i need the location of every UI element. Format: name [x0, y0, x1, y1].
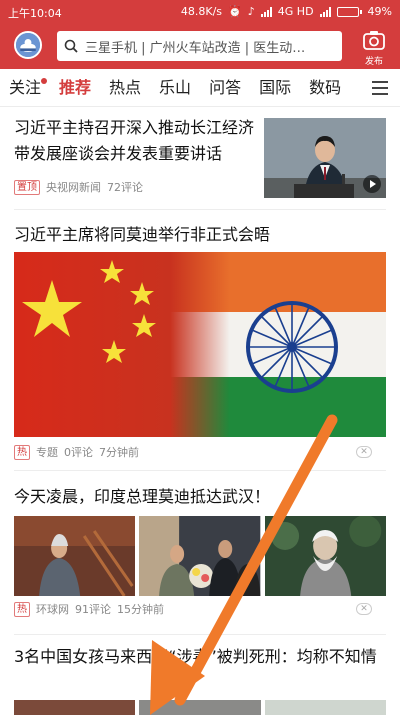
article-title: 习近平主持召开深入推动长江经济带发展座谈会并发表重要讲话	[14, 118, 255, 163]
article-thumbnail	[264, 118, 386, 198]
dismiss-icon[interactable]: ✕	[356, 603, 372, 615]
tab-leshan[interactable]: 乐山	[150, 69, 200, 107]
article-time: 15分钟前	[117, 603, 164, 616]
status-icons: 48.8K/s ⏰ ♪ 4G HD 49%	[181, 5, 392, 18]
status-bar: 上午10:04 48.8K/s ⏰ ♪ 4G HD 49%	[0, 0, 400, 24]
tab-hot[interactable]: 热点	[100, 69, 150, 107]
alarm-icon: ⏰	[228, 5, 242, 18]
article-comments: 0评论	[64, 446, 93, 459]
search-box[interactable]: 三星手机 | 广州火车站改造 | 医生动…	[57, 31, 342, 61]
tab-qa[interactable]: 问答	[200, 69, 250, 107]
battery-percent: 49%	[367, 5, 392, 18]
tab-recommend[interactable]: 推荐	[50, 69, 100, 107]
tab-label: 关注	[9, 77, 42, 97]
network-type: 4G HD	[277, 5, 314, 18]
article-card[interactable]: 习近平主席将同莫迪举行非正式会晤 热 专题 0评论 7分钟前 ✕	[14, 214, 386, 466]
tab-digital[interactable]: 数码	[300, 69, 350, 107]
search-icon	[57, 31, 85, 61]
article-meta: 热 专题 0评论 7分钟前	[14, 444, 139, 460]
user-avatar[interactable]	[14, 31, 42, 59]
article-card[interactable]: 习近平主持召开深入推动长江经济带发展座谈会并发表重要讲话 置顶 央视网新闻 72…	[14, 107, 386, 207]
hot-badge: 热	[14, 601, 30, 617]
article-card[interactable]: 今天凌晨，印度总理莫迪抵达武汉！ 热 环球网 91评论 15分钟前 ✕	[14, 476, 386, 626]
notification-dot	[41, 77, 48, 84]
publish-button[interactable]: 发布	[356, 30, 392, 67]
vibrate-icon: ♪	[247, 5, 255, 18]
news-feed-screen: 上午10:04 48.8K/s ⏰ ♪ 4G HD 49% 三星手机 | 广州火…	[0, 0, 400, 715]
image-row	[14, 516, 386, 596]
article-image	[139, 516, 261, 596]
tab-international[interactable]: 国际	[250, 69, 300, 107]
play-icon[interactable]	[362, 174, 382, 194]
status-time: 上午10:04	[8, 7, 62, 20]
signal-icon-2	[319, 6, 331, 17]
article-image	[14, 252, 386, 437]
divider	[14, 634, 386, 635]
divider	[14, 470, 386, 471]
tab-follow[interactable]: 关注	[0, 69, 50, 107]
article-meta: 置顶 央视网新闻 72评论	[14, 179, 143, 195]
hot-badge: 热	[14, 444, 30, 460]
article-title: 习近平主席将同莫迪举行非正式会晤	[14, 225, 271, 244]
dismiss-icon[interactable]: ✕	[356, 446, 372, 458]
article-meta: 热 环球网 91评论 15分钟前	[14, 601, 164, 617]
article-image	[14, 516, 136, 596]
avatar-icon	[16, 33, 40, 57]
article-card[interactable]: 3名中国女孩马来西亚“涉毒”被判死刑：均称不知情	[14, 640, 386, 715]
article-image	[264, 700, 386, 715]
menu-icon[interactable]	[372, 81, 388, 95]
article-source: 环球网	[36, 603, 69, 616]
divider	[14, 209, 386, 210]
article-image	[14, 700, 136, 715]
image-row	[14, 700, 386, 715]
camera-icon	[363, 31, 385, 50]
article-source: 专题	[36, 446, 58, 459]
network-speed: 48.8K/s	[180, 5, 223, 18]
battery-icon	[336, 6, 362, 17]
pinned-badge: 置顶	[14, 179, 40, 195]
article-comments: 91评论	[75, 603, 111, 616]
article-comments: 72评论	[107, 181, 143, 194]
article-title: 3名中国女孩马来西亚“涉毒”被判死刑：均称不知情	[14, 647, 377, 666]
article-image	[139, 700, 261, 715]
signal-icon	[260, 6, 272, 17]
article-source: 央视网新闻	[46, 181, 101, 194]
app-header: 上午10:04 48.8K/s ⏰ ♪ 4G HD 49% 三星手机 | 广州火…	[0, 0, 400, 69]
article-time: 7分钟前	[99, 446, 139, 459]
search-placeholder: 三星手机 | 广州火车站改造 | 医生动…	[85, 40, 306, 56]
article-title: 今天凌晨，印度总理莫迪抵达武汉！	[14, 487, 271, 506]
publish-label: 发布	[364, 57, 383, 67]
article-image	[264, 516, 386, 596]
channel-tabs: 关注 推荐 热点 乐山 问答 国际 数码	[0, 69, 400, 107]
